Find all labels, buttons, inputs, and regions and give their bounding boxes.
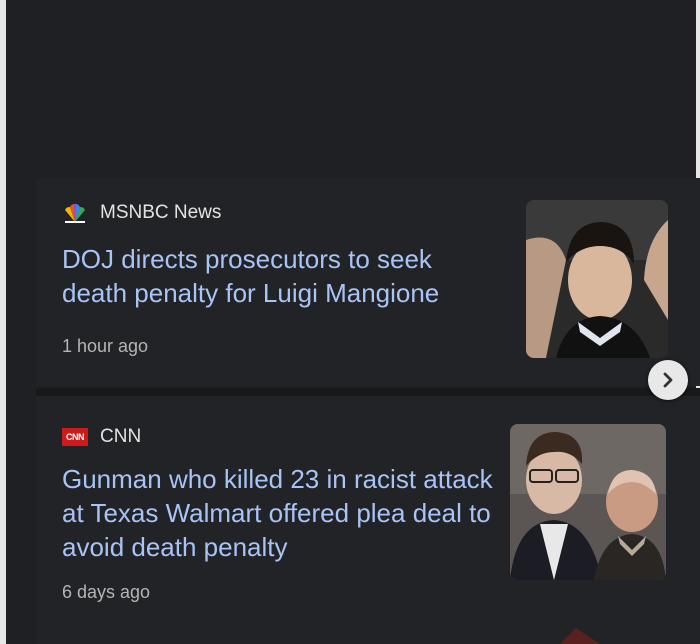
news-card[interactable]: MSNBC News DOJ directs prosecutors to se… <box>36 178 700 386</box>
card-divider <box>36 388 700 396</box>
cnn-logo-icon: CNN <box>62 428 88 446</box>
news-photo-image <box>510 424 666 580</box>
news-feed-page: MSNBC News DOJ directs prosecutors to se… <box>0 0 700 644</box>
msnbc-peacock-icon <box>65 203 85 223</box>
article-timestamp: 1 hour ago <box>62 336 149 356</box>
news-source: MSNBC News <box>62 202 221 224</box>
source-name: MSNBC News <box>100 202 222 223</box>
chevron-right-icon <box>663 372 673 388</box>
left-border <box>0 0 6 644</box>
news-photo-image <box>526 200 668 358</box>
news-card[interactable]: CNN CNN Gunman who killed 23 in racist a… <box>36 396 700 644</box>
article-headline[interactable]: DOJ directs prosecutors to seek death pe… <box>62 242 502 310</box>
source-name: CNN <box>100 426 142 447</box>
article-headline[interactable]: Gunman who killed 23 in racist attack at… <box>62 462 502 564</box>
article-timestamp: 6 days ago <box>62 582 151 602</box>
news-photo[interactable] <box>526 200 668 358</box>
next-button[interactable] <box>648 360 688 400</box>
news-source: CNN CNN <box>62 426 141 448</box>
news-photo[interactable] <box>510 424 666 580</box>
